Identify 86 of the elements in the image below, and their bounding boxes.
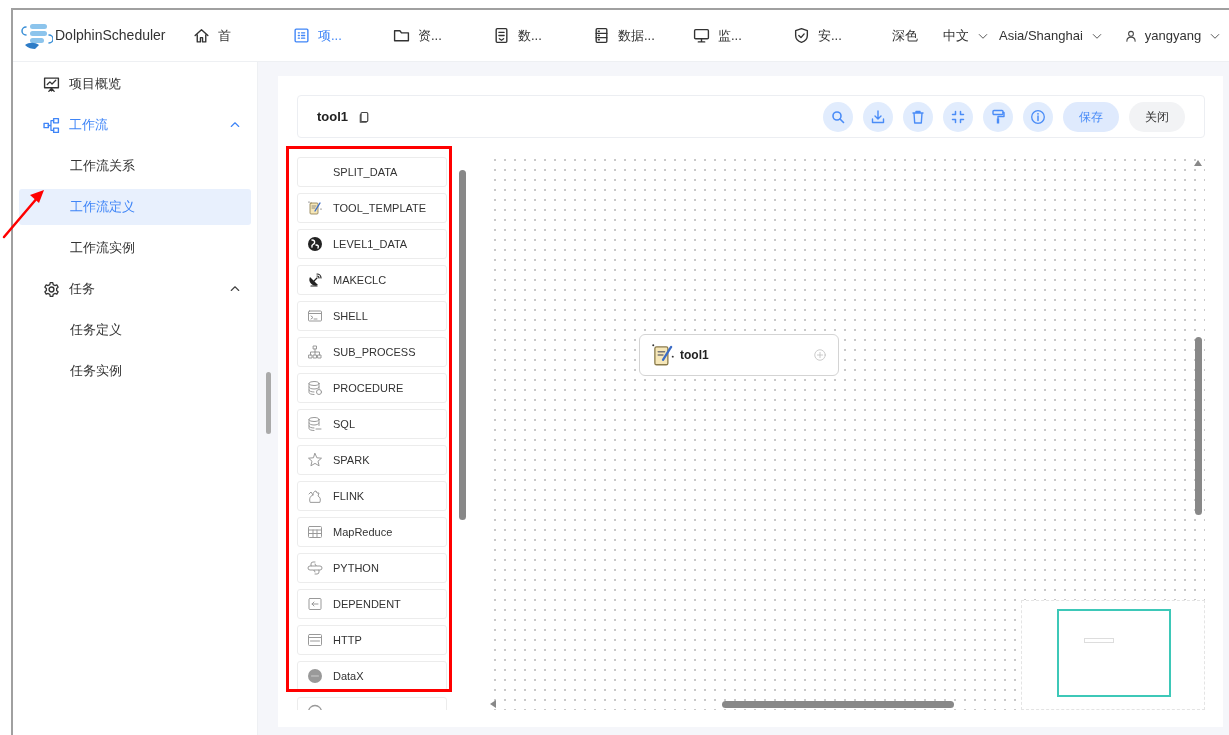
notepad-pencil-icon (307, 200, 323, 216)
database-icon (307, 416, 323, 432)
monitor-icon (693, 27, 710, 44)
sidebar-item[interactable]: 任务定义 (19, 312, 251, 348)
task-item[interactable]: MapReduce (297, 517, 447, 547)
scroll-thumb[interactable] (722, 701, 954, 708)
nav-item[interactable]: 数据... (593, 25, 693, 46)
minimap-viewport[interactable] (1057, 609, 1171, 697)
document-icon (493, 27, 510, 44)
download-button[interactable] (863, 101, 893, 132)
sidebar-item[interactable]: 任务 (19, 271, 251, 307)
scroll-thumb[interactable] (1195, 337, 1202, 515)
download-icon (870, 108, 886, 125)
trash-button[interactable] (903, 101, 933, 132)
star-icon (307, 452, 323, 468)
fullscreen-button[interactable] (943, 101, 973, 132)
task-item[interactable]: SPLIT_DATA (297, 157, 447, 187)
minimap[interactable] (1021, 600, 1205, 710)
user-menu[interactable]: yangyang (1124, 25, 1222, 46)
nav-item[interactable]: 数... (493, 25, 593, 46)
hierarchy-icon (307, 344, 323, 360)
notepad-pencil-icon (650, 342, 676, 368)
gear-icon (43, 280, 60, 298)
nav-item[interactable]: 首 (193, 25, 293, 46)
sidebar-item[interactable]: 项目概览 (19, 66, 251, 102)
table-icon (307, 524, 323, 540)
task-item[interactable]: DEPENDENT (297, 589, 447, 619)
logo-text: DolphinScheduler (55, 26, 166, 45)
scroll-up-arrow-icon[interactable] (1194, 160, 1202, 166)
paint-roller-icon (990, 108, 1006, 125)
flowchart-icon (43, 116, 60, 134)
task-item[interactable]: MAKECLC (297, 265, 447, 295)
squirrel-icon (307, 488, 323, 504)
circle-logo-icon (307, 668, 323, 684)
task-item[interactable]: SQL (297, 409, 447, 439)
task-item[interactable]: TOOL_TEMPLATE (297, 193, 447, 223)
task-item[interactable]: LEVEL1_DATA (297, 229, 447, 259)
nav-item[interactable]: 项... (293, 25, 393, 46)
nav-item[interactable]: 资... (393, 25, 493, 46)
theme-toggle[interactable]: 深色 (892, 25, 918, 46)
scroll-thumb[interactable] (266, 372, 271, 434)
satellite-dish-icon (307, 272, 323, 288)
minimap-node (1084, 638, 1114, 643)
presentation-icon (43, 75, 60, 93)
scroll-thumb[interactable] (459, 170, 466, 520)
task-item[interactable]: SUB_PROCESS (297, 337, 447, 367)
sidebar-item[interactable]: 任务实例 (19, 353, 251, 389)
task-item[interactable]: SHELL (297, 301, 447, 331)
folder-icon (393, 27, 410, 44)
nav-item[interactable]: 安... (793, 25, 893, 46)
node-label: tool1 (680, 347, 710, 364)
terminal-icon (307, 308, 323, 324)
close-button[interactable]: 关闭 (1129, 101, 1185, 132)
info-icon (1030, 108, 1046, 125)
task-item[interactable]: PYTHON (297, 553, 447, 583)
user-icon (1124, 29, 1137, 42)
timezone-select[interactable]: Asia/Shanghai (999, 25, 1103, 46)
annotation-arrow (2, 189, 46, 239)
search-button[interactable] (823, 101, 853, 132)
shield-icon (793, 27, 810, 44)
nav-item[interactable]: 监... (693, 25, 793, 46)
search-icon (830, 108, 846, 125)
trash-icon (910, 108, 926, 125)
scroll-left-arrow-icon[interactable] (490, 700, 496, 708)
workflow-title: tool1 (317, 107, 349, 126)
sidebar-item[interactable]: 工作流 (19, 107, 251, 143)
server-icon (593, 27, 610, 44)
task-item[interactable]: FLINK (297, 481, 447, 511)
sidebar-item[interactable]: 工作流实例 (19, 230, 251, 266)
list-icon (293, 27, 310, 44)
add-icon[interactable] (814, 349, 826, 361)
task-item[interactable]: PROCEDURE (297, 373, 447, 403)
database-icon (307, 380, 323, 396)
home-icon (193, 27, 210, 44)
info-button[interactable] (1023, 101, 1053, 132)
task-item[interactable]: DataX (297, 661, 447, 691)
language-select[interactable]: 中文 (943, 25, 989, 46)
import-icon (307, 596, 323, 612)
task-item[interactable]: HTTP (297, 625, 447, 655)
sidebar-item[interactable]: 工作流关系 (19, 148, 251, 184)
paint-roller-button[interactable] (983, 101, 1013, 132)
copy-icon[interactable] (358, 110, 371, 123)
fullscreen-icon (950, 108, 966, 125)
task-node[interactable]: tool1 (639, 334, 839, 376)
task-item[interactable]: SPARK (297, 445, 447, 475)
browser-window-icon (307, 632, 323, 648)
